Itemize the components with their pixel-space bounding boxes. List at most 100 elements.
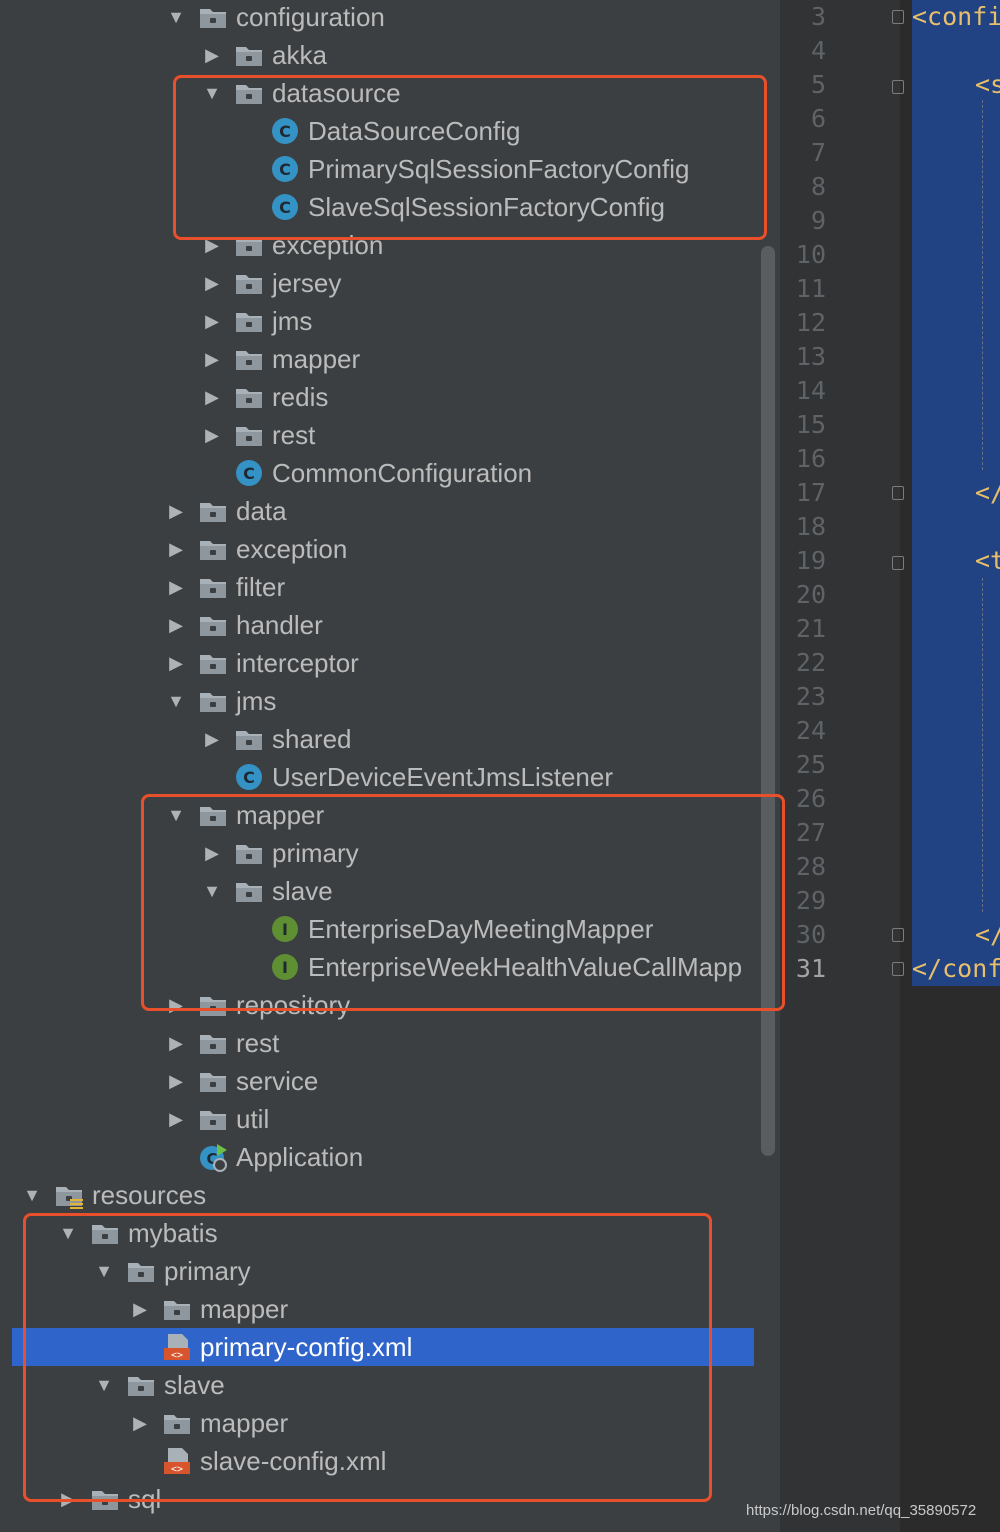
expand-arrow-down-icon[interactable]: ▼	[164, 682, 188, 720]
line-number: 6	[810, 104, 826, 133]
expand-arrow-right-icon[interactable]: ▶	[164, 644, 188, 682]
tree-row-label: akka	[272, 40, 327, 70]
folder-icon	[198, 496, 228, 526]
tree-row[interactable]: ▶ data	[12, 492, 754, 530]
tree-row-label: interceptor	[236, 648, 359, 678]
line-number: 9	[810, 206, 826, 235]
line-number: 27	[795, 818, 826, 847]
line-number: 16	[795, 444, 826, 473]
expand-arrow-right-icon[interactable]: ▶	[164, 568, 188, 606]
line-number: 29	[795, 886, 826, 915]
line-number: 14	[795, 376, 826, 405]
line-number: 20	[795, 580, 826, 609]
expand-arrow-right-icon[interactable]: ▶	[200, 340, 224, 378]
expand-arrow-right-icon[interactable]: ▶	[164, 1024, 188, 1062]
tree-row[interactable]: ▼ configuration	[12, 0, 754, 36]
fold-marker-icon[interactable]	[892, 80, 904, 94]
code-line-3: <confi	[912, 2, 1000, 31]
expand-arrow-right-icon[interactable]: ▶	[200, 36, 224, 74]
line-number: 18	[795, 512, 826, 541]
folder-icon	[198, 1028, 228, 1058]
folder-icon	[198, 1104, 228, 1134]
line-number: 5	[810, 70, 826, 99]
line-number: 28	[795, 852, 826, 881]
tree-row[interactable]: ▶ shared	[12, 720, 754, 758]
expand-arrow-right-icon[interactable]: ▶	[200, 302, 224, 340]
expand-arrow-right-icon[interactable]: ▶	[164, 606, 188, 644]
tree-row[interactable]: ▶ akka	[12, 36, 754, 74]
fold-marker-icon[interactable]	[892, 928, 904, 942]
tree-row[interactable]: C Application	[12, 1138, 754, 1176]
expand-arrow-right-icon[interactable]: ▶	[164, 1062, 188, 1100]
folder-icon	[198, 534, 228, 564]
expand-arrow-right-icon[interactable]: ▶	[200, 264, 224, 302]
fold-marker-icon[interactable]	[892, 556, 904, 570]
folder-icon	[234, 268, 264, 298]
folder-icon	[234, 40, 264, 70]
tree-row[interactable]: ▶ rest	[12, 416, 754, 454]
tree-row-label: util	[236, 1104, 270, 1134]
line-number: 12	[795, 308, 826, 337]
code-line-5: <s	[975, 70, 1000, 99]
tree-row-label: jms	[236, 686, 277, 716]
expand-arrow-right-icon[interactable]: ▶	[200, 720, 224, 758]
project-tree-scrollbar[interactable]	[761, 246, 775, 1156]
tree-row[interactable]: ▶ mapper	[12, 340, 754, 378]
line-number: 31	[795, 954, 826, 983]
highlight-box-mapper	[141, 794, 785, 1011]
folder-icon	[234, 306, 264, 336]
tree-row-label: data	[236, 496, 287, 526]
expand-arrow-right-icon[interactable]: ▶	[164, 492, 188, 530]
code-line-19: <t	[975, 546, 1000, 575]
line-number: 26	[795, 784, 826, 813]
tree-row[interactable]: ▼ resources	[12, 1176, 754, 1214]
tree-row[interactable]: ▶ jersey	[12, 264, 754, 302]
folder-icon	[198, 1066, 228, 1096]
watermark: https://blog.csdn.net/qq_35890572	[746, 1502, 977, 1519]
fold-marker-icon[interactable]	[892, 486, 904, 500]
tree-row-label: service	[236, 1066, 319, 1096]
tree-row-label: CommonConfiguration	[272, 458, 533, 488]
tree-row[interactable]: ▶ redis	[12, 378, 754, 416]
expand-arrow-right-icon[interactable]: ▶	[164, 530, 188, 568]
tree-row[interactable]: C CommonConfiguration	[12, 454, 754, 492]
expand-arrow-right-icon[interactable]: ▶	[164, 1100, 188, 1138]
tree-row[interactable]: ▼ jms	[12, 682, 754, 720]
code-line-30: </	[975, 920, 1000, 949]
tree-row-label: filter	[236, 572, 286, 602]
folder-icon	[198, 610, 228, 640]
line-number: 25	[795, 750, 826, 779]
indent-guide	[982, 578, 983, 912]
tree-row[interactable]: ▶ util	[12, 1100, 754, 1138]
svg-text:C: C	[243, 768, 255, 787]
expand-arrow-right-icon[interactable]: ▶	[200, 378, 224, 416]
tree-row-label: Application	[236, 1142, 364, 1172]
tree-row[interactable]: ▶ jms	[12, 302, 754, 340]
tree-row[interactable]: ▶ filter	[12, 568, 754, 606]
line-number: 23	[795, 682, 826, 711]
tree-row-label: mapper	[272, 344, 361, 374]
fold-marker-icon[interactable]	[892, 962, 904, 976]
highlight-box-datasource	[173, 75, 767, 240]
line-number: 19	[795, 546, 826, 575]
code-line-17: </	[975, 478, 1000, 507]
tree-row[interactable]: ▶ handler	[12, 606, 754, 644]
java-class-icon: C	[234, 458, 264, 488]
expand-arrow-down-icon[interactable]: ▼	[20, 1176, 44, 1214]
tree-row-label: handler	[236, 610, 323, 640]
folder-icon	[234, 420, 264, 450]
tree-row-label: exception	[236, 534, 348, 564]
line-number: 15	[795, 410, 826, 439]
expand-arrow-down-icon[interactable]: ▼	[164, 0, 188, 36]
tree-row[interactable]: C UserDeviceEventJmsListener	[12, 758, 754, 796]
tree-row[interactable]: ▶ interceptor	[12, 644, 754, 682]
fold-marker-icon[interactable]	[892, 10, 904, 24]
tree-row[interactable]: ▶ exception	[12, 530, 754, 568]
highlight-box-mybatis	[23, 1213, 712, 1502]
tree-row[interactable]: ▶ service	[12, 1062, 754, 1100]
tree-row[interactable]: ▶ rest	[12, 1024, 754, 1062]
line-number: 17	[795, 478, 826, 507]
expand-arrow-right-icon[interactable]: ▶	[200, 416, 224, 454]
tree-row-label: resources	[92, 1180, 207, 1210]
tree-row-label: configuration	[236, 2, 385, 32]
